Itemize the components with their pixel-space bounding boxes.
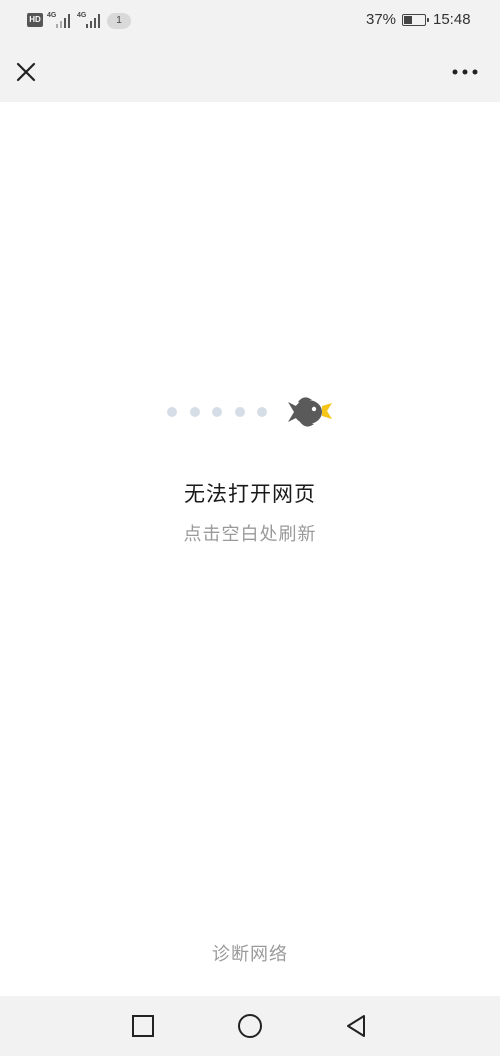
network-type-label-2: 4G <box>77 12 87 19</box>
square-recents-icon <box>132 1015 154 1037</box>
refresh-hint: 点击空白处刷新 <box>183 524 317 545</box>
clock-time: 15:48 <box>433 11 471 28</box>
triangle-back-icon <box>347 1015 365 1037</box>
bird-icon <box>288 397 332 427</box>
webview-header <box>0 42 500 102</box>
status-bar: HD 4G 4G 1 37% 15:48 <box>0 0 500 42</box>
notification-count-badge: 1 <box>107 13 131 29</box>
signal-strength-sim1: 4G <box>47 12 73 30</box>
system-navigation-bar <box>0 996 500 1056</box>
signal-bars-icon <box>56 14 72 28</box>
loading-dot <box>190 407 200 417</box>
loading-dots <box>0 407 500 417</box>
network-type-label-1: 4G <box>47 12 57 19</box>
battery-icon <box>402 14 429 26</box>
battery-fill <box>404 16 413 24</box>
back-button[interactable] <box>340 1010 372 1042</box>
close-button[interactable] <box>12 58 40 86</box>
loading-dot <box>235 407 245 417</box>
close-icon <box>16 62 36 82</box>
error-title: 无法打开网页 <box>184 482 316 506</box>
webview-screen: HD 4G 4G 1 37% 15:48 无法打开网页 点击空白处刷新 诊断网络 <box>0 0 500 1056</box>
more-options-button[interactable] <box>448 58 482 86</box>
signal-strength-sim2: 4G <box>77 12 103 30</box>
diagnose-network-link[interactable]: 诊断网络 <box>0 940 500 966</box>
loading-dot <box>167 407 177 417</box>
signal-bars-icon <box>86 14 102 28</box>
battery-percent: 37% <box>366 11 397 28</box>
loading-dot <box>212 407 222 417</box>
refresh-tap-area[interactable]: 无法打开网页 点击空白处刷新 诊断网络 <box>0 102 500 996</box>
home-button[interactable] <box>234 1010 266 1042</box>
loading-dot <box>257 407 267 417</box>
circle-home-icon <box>238 1014 262 1038</box>
hd-voice-badge: HD <box>27 13 43 27</box>
more-dots-icon <box>452 69 478 75</box>
recents-button[interactable] <box>127 1010 159 1042</box>
